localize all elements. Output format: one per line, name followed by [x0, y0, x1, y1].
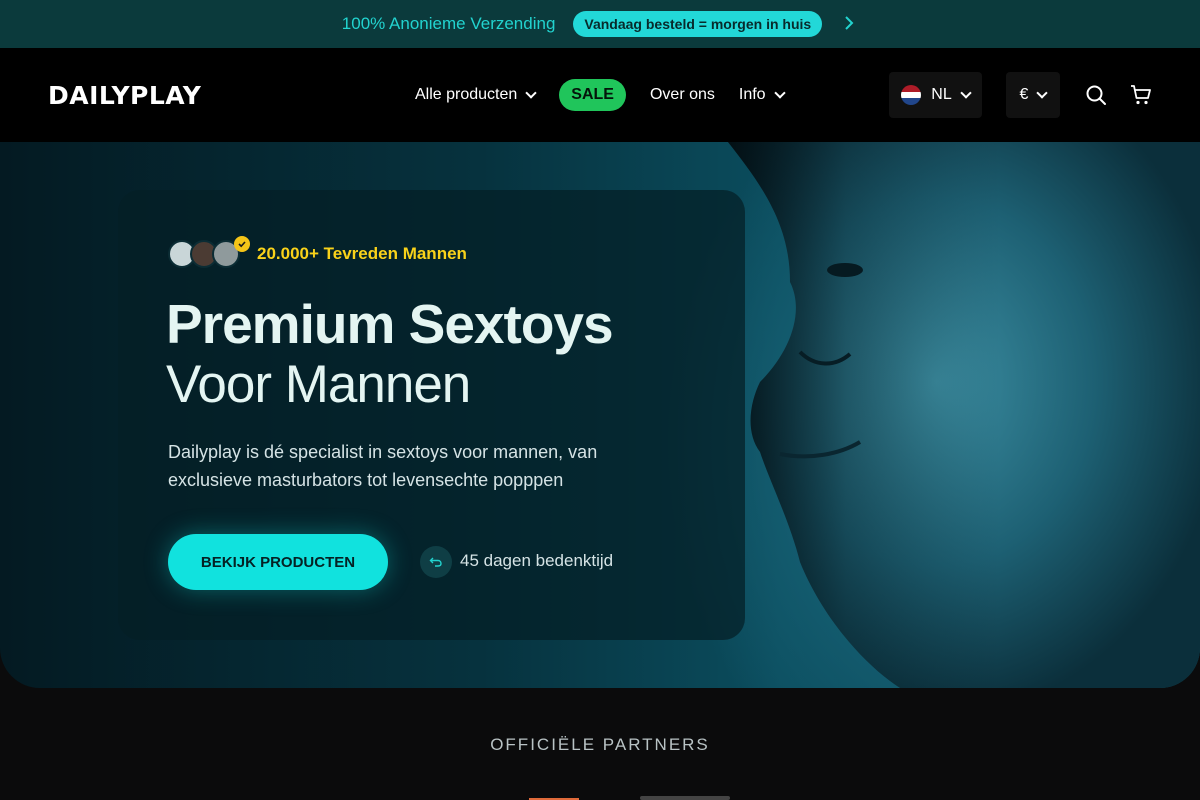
- hero-subtitle: Voor Mannen: [166, 355, 471, 414]
- logo-text: DAILYPLAY: [48, 80, 202, 110]
- partner-logos-row: [0, 794, 1200, 800]
- main-nav: Alle producten SALE Over ons Info: [415, 79, 786, 111]
- return-policy-text: 45 dagen bedenktijd: [460, 551, 614, 570]
- nav-item-label: Alle producten: [415, 86, 518, 103]
- netherlands-flag-icon: [901, 85, 922, 105]
- partners-heading: OFFICIËLE PARTNERS: [490, 735, 710, 754]
- chevron-down-icon: [960, 86, 972, 99]
- chevron-down-icon: [1036, 86, 1049, 99]
- chevron-down-icon: [773, 86, 786, 99]
- nav-item-sale[interactable]: SALE: [559, 79, 626, 111]
- hero-section: 20.000+ Tevreden Mannen Premium Sextoys …: [0, 142, 1200, 688]
- return-icon: [420, 546, 452, 578]
- customer-avatars: [168, 240, 240, 268]
- partner-logo: [640, 796, 730, 800]
- site-header: DAILYPLAY Alle producten SALE Over ons I…: [0, 48, 1200, 142]
- nav-item-info[interactable]: Info: [738, 86, 786, 104]
- nav-item-over-ons[interactable]: Over ons: [650, 86, 715, 104]
- language-label: NL: [931, 86, 952, 103]
- hero-card: 20.000+ Tevreden Mannen Premium Sextoys …: [118, 190, 745, 640]
- nav-item-alle-producten[interactable]: Alle producten: [415, 86, 537, 104]
- sale-badge: SALE: [559, 79, 626, 111]
- verified-badge-icon: [234, 236, 250, 252]
- announcement-text: 100% Anonieme Verzending: [341, 14, 556, 33]
- announcement-pill[interactable]: Vandaag besteld = morgen in huis: [573, 11, 823, 37]
- bekijk-producten-button[interactable]: BEKIJK PRODUCTEN: [168, 534, 388, 590]
- currency-selector[interactable]: €: [1006, 72, 1060, 118]
- nav-item-label: Over ons: [649, 86, 715, 103]
- hero-description: Dailyplay is dé specialist in sextoys vo…: [168, 442, 598, 490]
- social-proof-text: 20.000+ Tevreden Mannen: [257, 244, 467, 263]
- cart-icon[interactable]: [1129, 83, 1153, 107]
- currency-label: €: [1019, 86, 1029, 103]
- nav-item-label: Info: [738, 86, 766, 103]
- language-selector[interactable]: NL: [889, 72, 982, 118]
- chevron-right-icon[interactable]: [844, 14, 858, 35]
- chevron-down-icon: [525, 86, 537, 99]
- search-icon[interactable]: [1084, 83, 1108, 107]
- hero-title: Premium Sextoys: [166, 293, 614, 355]
- logo[interactable]: DAILYPLAY: [48, 78, 201, 112]
- announcement-bar: 100% Anonieme Verzending Vandaag besteld…: [0, 0, 1200, 48]
